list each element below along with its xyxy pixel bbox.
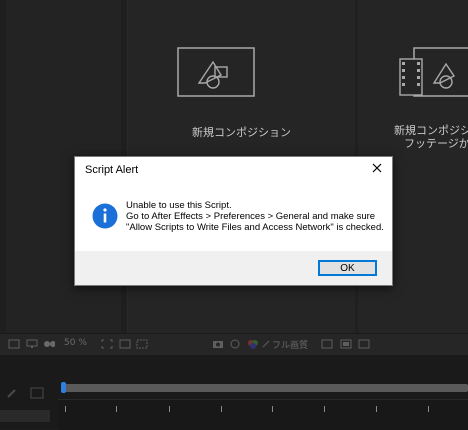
new-composition-label: 新規コンポジション bbox=[192, 126, 291, 139]
fast-preview-icon[interactable] bbox=[321, 339, 333, 349]
time-navigator-start-handle[interactable] bbox=[61, 382, 66, 393]
pencil-icon[interactable] bbox=[6, 387, 18, 399]
time-ruler[interactable] bbox=[58, 399, 468, 430]
mask-visibility-icon[interactable] bbox=[43, 339, 55, 349]
timeline-label-bar bbox=[0, 410, 50, 422]
dialog-body: Unable to use this Script. Go to After E… bbox=[75, 181, 392, 251]
3d-view-icon[interactable] bbox=[340, 339, 352, 349]
ruler-tick bbox=[65, 406, 66, 412]
transparency-grid-icon[interactable] bbox=[136, 339, 148, 349]
ruler-tick bbox=[428, 406, 429, 412]
dialog-message-line-2: Go to After Effects > Preferences > Gene… bbox=[126, 211, 376, 222]
resolution-select[interactable]: フル画質 bbox=[272, 338, 308, 351]
viewer-toolbar: 50 % フル画質 bbox=[0, 333, 468, 356]
after-effects-window: 新規コンポジション 新規コンポジシ フッテージか 50 % フル画質 Scrip… bbox=[0, 0, 468, 430]
color-channel-icon[interactable] bbox=[247, 339, 259, 349]
new-composition-from-footage-label: 新規コンポジシ フッテージか bbox=[394, 124, 468, 150]
composition-icon bbox=[177, 47, 255, 97]
footage-composition-icon bbox=[399, 47, 468, 97]
fit-icon[interactable] bbox=[101, 339, 113, 349]
ok-button[interactable]: OK bbox=[318, 260, 377, 276]
dialog-message-line-1: Unable to use this Script. bbox=[126, 200, 232, 211]
ruler-tick bbox=[376, 406, 377, 412]
close-icon[interactable] bbox=[365, 158, 389, 180]
show-snapshot-icon[interactable] bbox=[229, 339, 241, 349]
ruler-tick bbox=[169, 406, 170, 412]
ruler-tick bbox=[116, 406, 117, 412]
ruler-tick bbox=[324, 406, 325, 412]
dialog-footer: OK bbox=[75, 251, 392, 285]
dialog-title: Script Alert bbox=[85, 164, 139, 176]
view-layout-icon[interactable] bbox=[358, 339, 370, 349]
timeline-panel bbox=[0, 355, 468, 430]
composition-mini-icon[interactable] bbox=[30, 387, 44, 399]
time-navigator[interactable] bbox=[63, 384, 468, 392]
script-alert-dialog: Script Alert Unable to use this Script. … bbox=[74, 156, 393, 286]
monitor-icon[interactable] bbox=[26, 339, 38, 349]
snapshot-icon[interactable] bbox=[212, 339, 224, 349]
ruler-tick bbox=[221, 406, 222, 412]
zoom-select[interactable]: 50 % bbox=[64, 338, 87, 348]
region-of-interest-icon[interactable] bbox=[119, 339, 131, 349]
info-icon bbox=[92, 203, 118, 229]
ruler-tick bbox=[272, 406, 273, 412]
always-preview-icon[interactable] bbox=[8, 339, 20, 349]
dialog-message-line-3: "Allow Scripts to Write Files and Access… bbox=[126, 222, 384, 233]
